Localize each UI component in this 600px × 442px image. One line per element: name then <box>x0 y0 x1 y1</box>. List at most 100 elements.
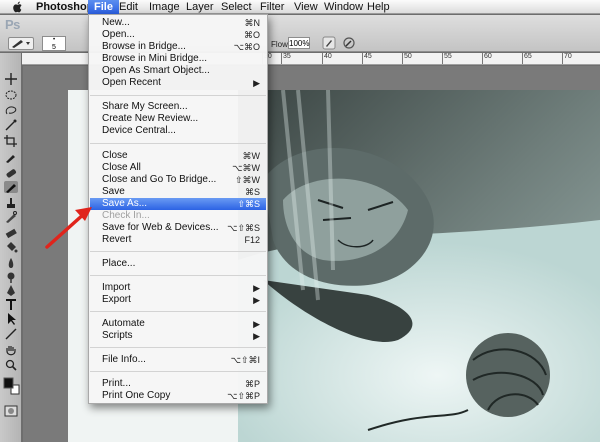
menu-item-new[interactable]: New... ⌘N <box>90 17 266 29</box>
menu-item-label: Open... <box>102 29 135 40</box>
menu-item-label: Share My Screen... <box>102 101 188 112</box>
menu-item-label: Open As Smart Object... <box>102 65 210 76</box>
menu-item-label: Print... <box>102 378 131 389</box>
menu-item-automate[interactable]: Automate ▶ <box>90 318 266 330</box>
menu-item-label: Browse in Bridge... <box>102 41 186 52</box>
menu-item-share-my-screen[interactable]: Share My Screen... <box>90 101 266 113</box>
ruler-label: 55 <box>444 53 452 60</box>
menu-item-open-recent[interactable]: Open Recent ▶ <box>90 77 266 89</box>
ruler-label: 50 <box>404 53 412 60</box>
file-menu-dropdown: New... ⌘N Open... ⌘O Browse in Bridge... ⌥⌘… <box>88 14 268 404</box>
photoshop-logo: Ps <box>5 17 20 32</box>
shortcut: ⌥⌘O <box>233 42 260 52</box>
submenu-arrow-icon: ▶ <box>253 283 260 293</box>
menu-item-print[interactable]: Print... ⌘P <box>90 378 266 390</box>
tablet-pressure-icon[interactable] <box>342 36 356 50</box>
ruler-label: 60 <box>484 53 492 60</box>
color-swatch-icon[interactable] <box>2 375 20 397</box>
menu-separator <box>90 251 266 252</box>
quick-mask-icon[interactable] <box>4 405 18 417</box>
menu-item-close-and-go-to-bridge[interactable]: Close and Go To Bridge... ⇧⌘W <box>90 174 266 186</box>
brush-size-value: 5 <box>52 44 56 51</box>
menu-item-open[interactable]: Open... ⌘O <box>90 29 266 41</box>
shortcut: ⌘S <box>244 187 260 197</box>
stamp-icon[interactable] <box>4 197 18 209</box>
pen-tool-icon[interactable] <box>4 285 18 297</box>
airbrush-icon[interactable] <box>322 36 336 50</box>
healing-brush-icon[interactable] <box>4 167 18 179</box>
eyedropper-icon[interactable] <box>4 151 18 163</box>
magic-wand-icon[interactable] <box>4 119 18 131</box>
menu-item-device-central[interactable]: Device Central... <box>90 125 266 137</box>
menu-item-create-new-review[interactable]: Create New Review... <box>90 113 266 125</box>
blur-icon[interactable] <box>4 257 18 269</box>
ruler-label: 40 <box>324 53 332 60</box>
ruler-label: 65 <box>524 53 532 60</box>
menu-item-label: Automate <box>102 318 145 329</box>
hand-tool-icon[interactable] <box>4 345 18 357</box>
menu-item-label: Import <box>102 282 131 293</box>
submenu-arrow-icon: ▶ <box>253 295 260 305</box>
menu-item-save-as[interactable]: Save As... ⇧⌘S <box>90 198 266 210</box>
menu-filter[interactable]: Filter <box>254 0 290 14</box>
menu-item-file-info[interactable]: File Info... ⌥⇧⌘I <box>90 354 266 366</box>
menu-item-label: Create New Review... <box>102 113 199 124</box>
menu-item-label: Open Recent <box>102 77 161 88</box>
menu-item-import[interactable]: Import ▶ <box>90 282 266 294</box>
lasso-tool-icon[interactable] <box>4 105 18 117</box>
ruler-label: 45 <box>364 53 372 60</box>
crop-tool-icon[interactable] <box>4 135 18 147</box>
menu-select[interactable]: Select <box>215 0 258 14</box>
tool-preset-picker[interactable] <box>8 37 34 50</box>
menu-separator <box>90 347 266 348</box>
menu-edit[interactable]: Edit <box>113 0 144 14</box>
shortcut: ⌥⇧⌘I <box>230 355 260 365</box>
menu-item-label: Save for Web & Devices... <box>102 222 219 233</box>
menu-item-label: Device Central... <box>102 125 176 136</box>
menu-item-open-as-smart-object[interactable]: Open As Smart Object... <box>90 65 266 77</box>
menu-item-export[interactable]: Export ▶ <box>90 294 266 306</box>
shortcut: ⇧⌘S <box>237 199 260 209</box>
brush-icon[interactable] <box>4 181 18 193</box>
menu-item-save-for-web[interactable]: Save for Web & Devices... ⌥⇧⌘S <box>90 222 266 234</box>
menu-item-label: Check In... <box>102 210 150 221</box>
menu-item-save[interactable]: Save ⌘S <box>90 186 266 198</box>
menu-item-scripts[interactable]: Scripts ▶ <box>90 330 266 342</box>
menu-item-close[interactable]: Close ⌘W <box>90 150 266 162</box>
brush-tool-icon <box>12 40 30 48</box>
submenu-arrow-icon: ▶ <box>253 331 260 341</box>
brush-size-picker[interactable]: • 5 <box>42 36 66 51</box>
menu-help[interactable]: Help <box>361 0 396 14</box>
paint-bucket-icon[interactable] <box>4 241 18 253</box>
menu-item-browse-in-mini-bridge[interactable]: Browse in Mini Bridge... <box>90 53 266 65</box>
shortcut: ⇧⌘W <box>234 175 260 185</box>
menu-item-browse-in-bridge[interactable]: Browse in Bridge... ⌥⌘O <box>90 41 266 53</box>
menu-item-revert[interactable]: Revert F12 <box>90 234 266 246</box>
dodge-icon[interactable] <box>4 271 18 283</box>
menu-item-place[interactable]: Place... <box>90 258 266 270</box>
menu-item-print-one-copy[interactable]: Print One Copy ⌥⇧⌘P <box>90 390 266 402</box>
type-tool-icon[interactable] <box>4 299 18 311</box>
menu-item-label: Print One Copy <box>102 390 171 401</box>
menubar: Photoshop File Edit Image Layer Select F… <box>0 0 600 14</box>
menu-separator <box>90 371 266 372</box>
shortcut: ⌘O <box>243 30 260 40</box>
eraser-icon[interactable] <box>4 227 18 239</box>
history-brush-icon[interactable] <box>4 211 18 223</box>
zoom-tool-icon[interactable] <box>4 359 18 371</box>
path-select-icon[interactable] <box>4 313 18 325</box>
apple-icon[interactable] <box>12 1 23 13</box>
menu-item-label: Close All <box>102 162 141 173</box>
menu-separator <box>90 311 266 312</box>
menu-item-label: Revert <box>102 234 132 245</box>
move-tool-icon[interactable] <box>4 73 18 85</box>
ruler-label: 70 <box>564 53 572 60</box>
menu-item-close-all[interactable]: Close All ⌥⌘W <box>90 162 266 174</box>
menu-item-label: Browse in Mini Bridge... <box>102 53 208 64</box>
toolbox <box>0 53 22 442</box>
flow-input[interactable]: 100% <box>288 37 310 49</box>
menu-item-label: Close <box>102 150 128 161</box>
shape-tool-icon[interactable] <box>4 328 18 340</box>
menu-layer[interactable]: Layer <box>180 0 220 14</box>
marquee-tool-icon[interactable] <box>4 89 18 101</box>
